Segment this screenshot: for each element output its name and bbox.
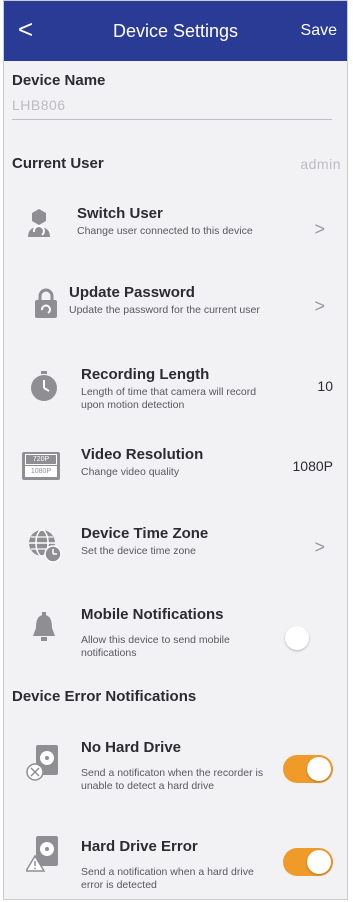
update-password-row[interactable]: Update Password Update the password for …: [4, 276, 347, 356]
bell-icon: [33, 612, 55, 641]
mobile-notifications-toggle[interactable]: [283, 624, 333, 652]
hard-drive-error-desc: Send a notification when a hard drive er…: [81, 866, 254, 891]
device-settings-screen: < Device Settings Save Device Name LHB80…: [3, 0, 348, 900]
resolution-icon-bottom: 1080P: [25, 466, 57, 477]
no-hard-drive-title: No Hard Drive: [81, 739, 182, 756]
toggle-knob: [285, 626, 309, 650]
save-button[interactable]: Save: [301, 22, 337, 40]
recording-length-row[interactable]: Recording Length Length of time that cam…: [4, 358, 347, 438]
hard-drive-error-row: Hard Drive Error Send a notification whe…: [4, 824, 347, 899]
time-zone-row[interactable]: Device Time Zone Set the device time zon…: [4, 517, 347, 597]
globe-clock-icon: [29, 529, 62, 563]
toggle-knob: [307, 850, 331, 874]
chevron-right-icon: >: [314, 219, 325, 239]
hard-drive-error-toggle[interactable]: [283, 848, 333, 876]
mobile-notifications-desc: Allow this device to send mobile notific…: [81, 634, 230, 659]
time-zone-title: Device Time Zone: [81, 525, 209, 542]
recording-length-desc: Length of time that camera will record u…: [81, 386, 257, 411]
switch-user-title: Switch User: [77, 205, 163, 222]
current-user-value: admin: [300, 156, 341, 172]
no-hard-drive-toggle[interactable]: [283, 755, 333, 783]
recording-length-value: 10: [317, 378, 333, 394]
error-section-label: Device Error Notifications: [12, 688, 197, 705]
device-name-label: Device Name: [12, 72, 106, 89]
hard-drive-x-icon: [26, 745, 58, 781]
toggle-knob: [307, 757, 331, 781]
video-resolution-value: 1080P: [292, 458, 333, 474]
switch-user-row[interactable]: Switch User Change user connected to thi…: [4, 195, 347, 275]
video-resolution-desc: Change video quality: [81, 466, 180, 478]
video-resolution-row[interactable]: 720P 1080P Video Resolution Change video…: [4, 438, 347, 518]
device-name-input[interactable]: LHB806: [12, 97, 66, 113]
current-user-label: Current User: [12, 155, 104, 172]
lock-refresh-icon: [35, 288, 57, 318]
page-title: Device Settings: [112, 21, 239, 41]
top-bar: < Device Settings Save: [4, 1, 347, 61]
update-password-desc: Update the password for the current user: [69, 304, 260, 316]
resolution-icon-top: 720P: [25, 454, 57, 465]
resolution-icon: 720P 1080P: [22, 452, 60, 480]
switch-user-desc: Change user connected to this device: [77, 225, 253, 237]
update-password-title: Update Password: [69, 284, 195, 301]
user-switch-icon: [28, 209, 50, 237]
hard-drive-warning-icon: [26, 836, 58, 872]
time-zone-desc: Set the device time zone: [81, 545, 196, 557]
no-hard-drive-desc: Send a notificaton when the recorder is …: [81, 767, 264, 792]
mobile-notifications-row: Mobile Notifications Allow this device t…: [4, 598, 347, 678]
device-name-underline: [12, 119, 332, 120]
stopwatch-icon: [31, 371, 57, 401]
chevron-right-icon: >: [314, 296, 325, 316]
chevron-right-icon: >: [314, 537, 325, 557]
recording-length-title: Recording Length: [81, 366, 210, 383]
hard-drive-error-title: Hard Drive Error: [81, 838, 198, 855]
no-hard-drive-row: No Hard Drive Send a notificaton when th…: [4, 731, 347, 811]
mobile-notifications-title: Mobile Notifications: [81, 606, 224, 623]
video-resolution-title: Video Resolution: [81, 446, 204, 463]
